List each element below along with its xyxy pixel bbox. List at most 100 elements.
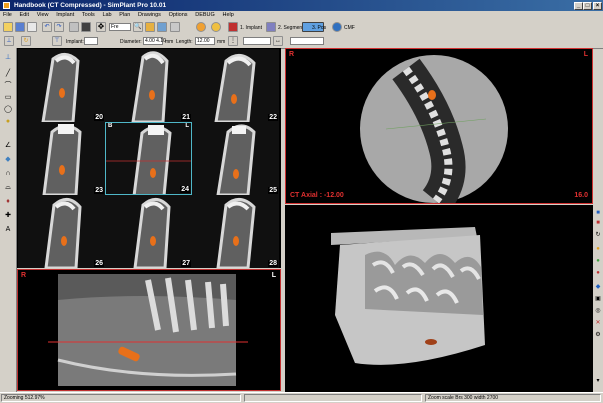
- implant-field[interactable]: [84, 37, 98, 45]
- settings-icon[interactable]: ⚙: [594, 331, 602, 339]
- menu-bar: File Edit View Implant Tools Lab Plan Dr…: [0, 11, 603, 20]
- ellipse-tool-icon[interactable]: ◯: [3, 105, 13, 115]
- length-label: Length:: [176, 39, 193, 45]
- nerve-tool-icon[interactable]: ●: [3, 117, 13, 127]
- reset-icon[interactable]: ◎: [594, 307, 602, 315]
- cross-section-view[interactable]: 23: [18, 122, 105, 195]
- cross-section-image: [131, 51, 169, 122]
- cube-tool-icon[interactable]: ◆: [3, 155, 13, 165]
- nerve-icon[interactable]: [211, 22, 221, 32]
- diameter-field[interactable]: 4.00 4.10: [143, 37, 166, 45]
- close-button[interactable]: ×: [593, 1, 602, 10]
- menu-debug[interactable]: DEBUG: [192, 11, 218, 20]
- tooth-tool-icon[interactable]: ♦: [3, 197, 13, 207]
- rotate3d-icon[interactable]: ↻: [594, 231, 602, 239]
- menu-help[interactable]: Help: [219, 11, 236, 20]
- clip-icon[interactable]: ●: [594, 269, 602, 277]
- clear-icon[interactable]: ✕: [594, 319, 602, 327]
- axial-caption: CT Axial : -12.00: [290, 192, 344, 199]
- slice-number: 24: [180, 186, 190, 193]
- implant-tool-icon[interactable]: ⊥: [4, 36, 14, 46]
- render-icon[interactable]: ◆: [594, 283, 602, 291]
- cross-section-view[interactable]: 26: [18, 195, 105, 268]
- implant-library-icon[interactable]: [196, 22, 206, 32]
- cross-section-view[interactable]: 25: [192, 122, 279, 195]
- measure-icon[interactable]: [145, 22, 155, 32]
- contrast-icon[interactable]: [81, 22, 91, 32]
- app-icon: [3, 2, 10, 9]
- rotate-icon[interactable]: ↻: [21, 36, 31, 46]
- layout-icon[interactable]: [170, 22, 180, 32]
- menu-plan[interactable]: Plan: [116, 11, 133, 20]
- step-segment-icon[interactable]: [266, 22, 276, 32]
- menu-drawings[interactable]: Drawings: [135, 11, 164, 20]
- step-segment-label[interactable]: 2. Segment: [278, 25, 304, 31]
- length-field[interactable]: 12.00: [195, 37, 215, 45]
- menu-edit[interactable]: Edit: [17, 11, 32, 20]
- extra-field[interactable]: [290, 37, 324, 45]
- cursor-tool-icon[interactable]: ✚: [3, 211, 13, 221]
- view-side-icon[interactable]: ■: [594, 219, 602, 227]
- cross-section-image: [44, 198, 82, 268]
- cross-section-view-selected[interactable]: B L 24: [105, 122, 192, 195]
- measure-tool-icon[interactable]: ∠: [3, 141, 13, 151]
- scroll-end-icon[interactable]: ▾: [594, 377, 602, 385]
- cmf-icon[interactable]: [332, 22, 342, 32]
- cross-section-view[interactable]: 22: [192, 49, 279, 122]
- menu-options[interactable]: Options: [166, 11, 191, 20]
- implant-options-icon[interactable]: ⋮: [228, 36, 238, 46]
- cmf-label[interactable]: CMF: [344, 25, 355, 31]
- save-icon[interactable]: [15, 22, 25, 32]
- grid-icon[interactable]: [157, 22, 167, 32]
- print-icon[interactable]: [27, 22, 37, 32]
- slice-number: 21: [181, 114, 191, 121]
- step-pos-label[interactable]: 3. Pos: [312, 25, 326, 31]
- view-front-icon[interactable]: ■: [594, 209, 602, 217]
- redo-icon[interactable]: ↷: [54, 22, 64, 32]
- cross-section-view[interactable]: 20: [18, 49, 105, 122]
- volume-render-image: [331, 227, 485, 365]
- pan-icon[interactable]: ✥: [96, 22, 106, 32]
- axial-left-marker: L: [583, 51, 588, 58]
- right-tool-strip: ■ ■ ↻ ● ● ● ◆ ▣ ◎ ✕ ⚙ ▾: [593, 205, 603, 392]
- implant-label: Implant:: [66, 39, 84, 45]
- zoom-select[interactable]: Fre: [109, 23, 131, 31]
- slice-number: 25: [268, 187, 278, 194]
- window-title: Handbook (CT Compressed) - SimPlant Pro …: [14, 2, 167, 9]
- panoramic-view[interactable]: R L: [17, 269, 281, 391]
- menu-view[interactable]: View: [34, 11, 52, 20]
- left-tool-strip: ⊥ ╱ ⌒ ▭ ◯ ● ∠ ◆ ∩ ⌓ ♦ ✚ A: [0, 48, 17, 392]
- menu-implant[interactable]: Implant: [53, 11, 77, 20]
- cross-section-view[interactable]: 27: [105, 195, 192, 268]
- window-level-icon[interactable]: [69, 22, 79, 32]
- light-icon[interactable]: ●: [594, 245, 602, 253]
- minimize-button[interactable]: _: [574, 1, 583, 10]
- text-tool-icon[interactable]: A: [3, 225, 13, 235]
- apply-icon[interactable]: ↔: [273, 36, 283, 46]
- open-folder-icon[interactable]: [3, 22, 13, 32]
- axial-right-marker: R: [289, 51, 295, 58]
- step-implant-icon[interactable]: [228, 22, 238, 32]
- maximize-button[interactable]: □: [583, 1, 592, 10]
- menu-file[interactable]: File: [0, 11, 15, 20]
- polyline-tool-icon[interactable]: ⌒: [3, 81, 13, 91]
- axial-view[interactable]: R L CT Axial : -12.00 16.0: [285, 48, 593, 204]
- slice-number: 26: [94, 260, 104, 267]
- step-implant-label[interactable]: 1. Implant: [240, 25, 262, 31]
- curve-tool-icon[interactable]: ∩: [3, 169, 13, 179]
- menu-lab[interactable]: Lab: [99, 11, 114, 20]
- implant-view-icon[interactable]: ⊤: [52, 36, 62, 46]
- length2-field[interactable]: [243, 37, 271, 45]
- cross-section-view[interactable]: 28: [192, 195, 279, 268]
- menu-tools[interactable]: Tools: [79, 11, 98, 20]
- implant-tool-icon[interactable]: ⊥: [3, 53, 13, 63]
- volume-render-view[interactable]: [285, 205, 593, 392]
- undo-icon[interactable]: ↶: [42, 22, 52, 32]
- camera-icon[interactable]: ▣: [594, 295, 602, 303]
- rectangle-tool-icon[interactable]: ▭: [3, 93, 13, 103]
- zoom-in-icon[interactable]: 🔍: [133, 22, 143, 32]
- opacity-icon[interactable]: ●: [594, 257, 602, 265]
- arch-tool-icon[interactable]: ⌓: [3, 183, 13, 193]
- line-tool-icon[interactable]: ╱: [3, 69, 13, 79]
- cross-section-view[interactable]: 21: [105, 49, 192, 122]
